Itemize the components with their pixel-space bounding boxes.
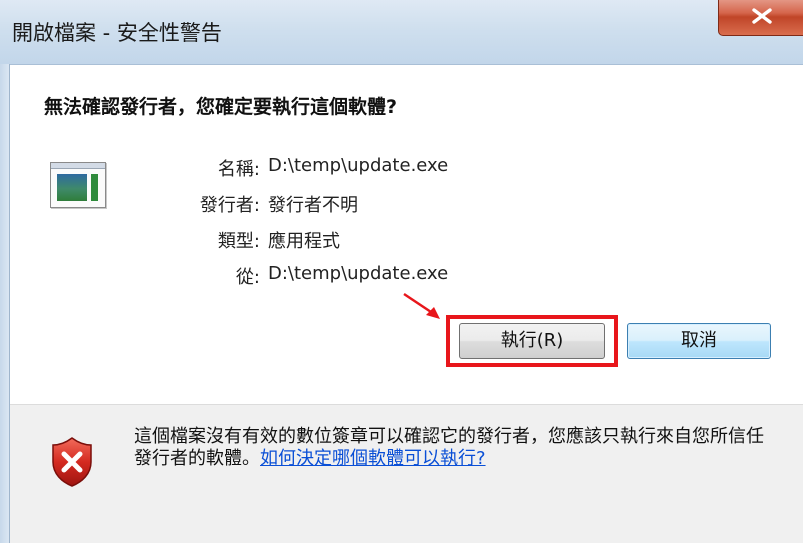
help-link[interactable]: 如何決定哪個軟體可以執行?	[260, 448, 486, 469]
warning-message: 這個檔案沒有有效的數位簽章可以確認它的發行者，您應該只執行來自您所信任發行者的軟…	[134, 426, 774, 470]
detail-label: 名稱:	[217, 159, 260, 180]
dialog-heading: 無法確認發行者，您確定要執行這個軟體?	[44, 96, 398, 118]
detail-from: 從:	[10, 263, 260, 291]
detail-name: 名稱:	[10, 155, 260, 183]
run-button[interactable]: 執行(R)	[459, 323, 605, 359]
detail-value: D:\temp\update.exe	[268, 155, 449, 176]
red-shield-x-icon	[52, 437, 92, 487]
detail-label: 從:	[235, 267, 260, 288]
detail-type: 類型:	[10, 227, 260, 255]
window-frame-left	[0, 64, 10, 543]
detail-label: 類型:	[217, 231, 260, 252]
title-bar: 開啟檔案 - 安全性警告	[0, 0, 803, 65]
window-title: 開啟檔案 - 安全性警告	[12, 21, 222, 45]
detail-value: 應用程式	[268, 231, 340, 252]
dialog-content: 無法確認發行者，您確定要執行這個軟體? 名稱: D:\temp\update.e…	[10, 65, 803, 543]
detail-value: 發行者不明	[268, 195, 358, 216]
close-icon	[752, 8, 772, 24]
detail-label: 發行者:	[199, 195, 260, 216]
detail-publisher: 發行者:	[10, 191, 260, 219]
annotation-arrow-icon	[403, 292, 440, 319]
cancel-button[interactable]: 取消	[627, 323, 771, 359]
close-button[interactable]	[718, 0, 803, 36]
detail-value: D:\temp\update.exe	[268, 263, 449, 284]
